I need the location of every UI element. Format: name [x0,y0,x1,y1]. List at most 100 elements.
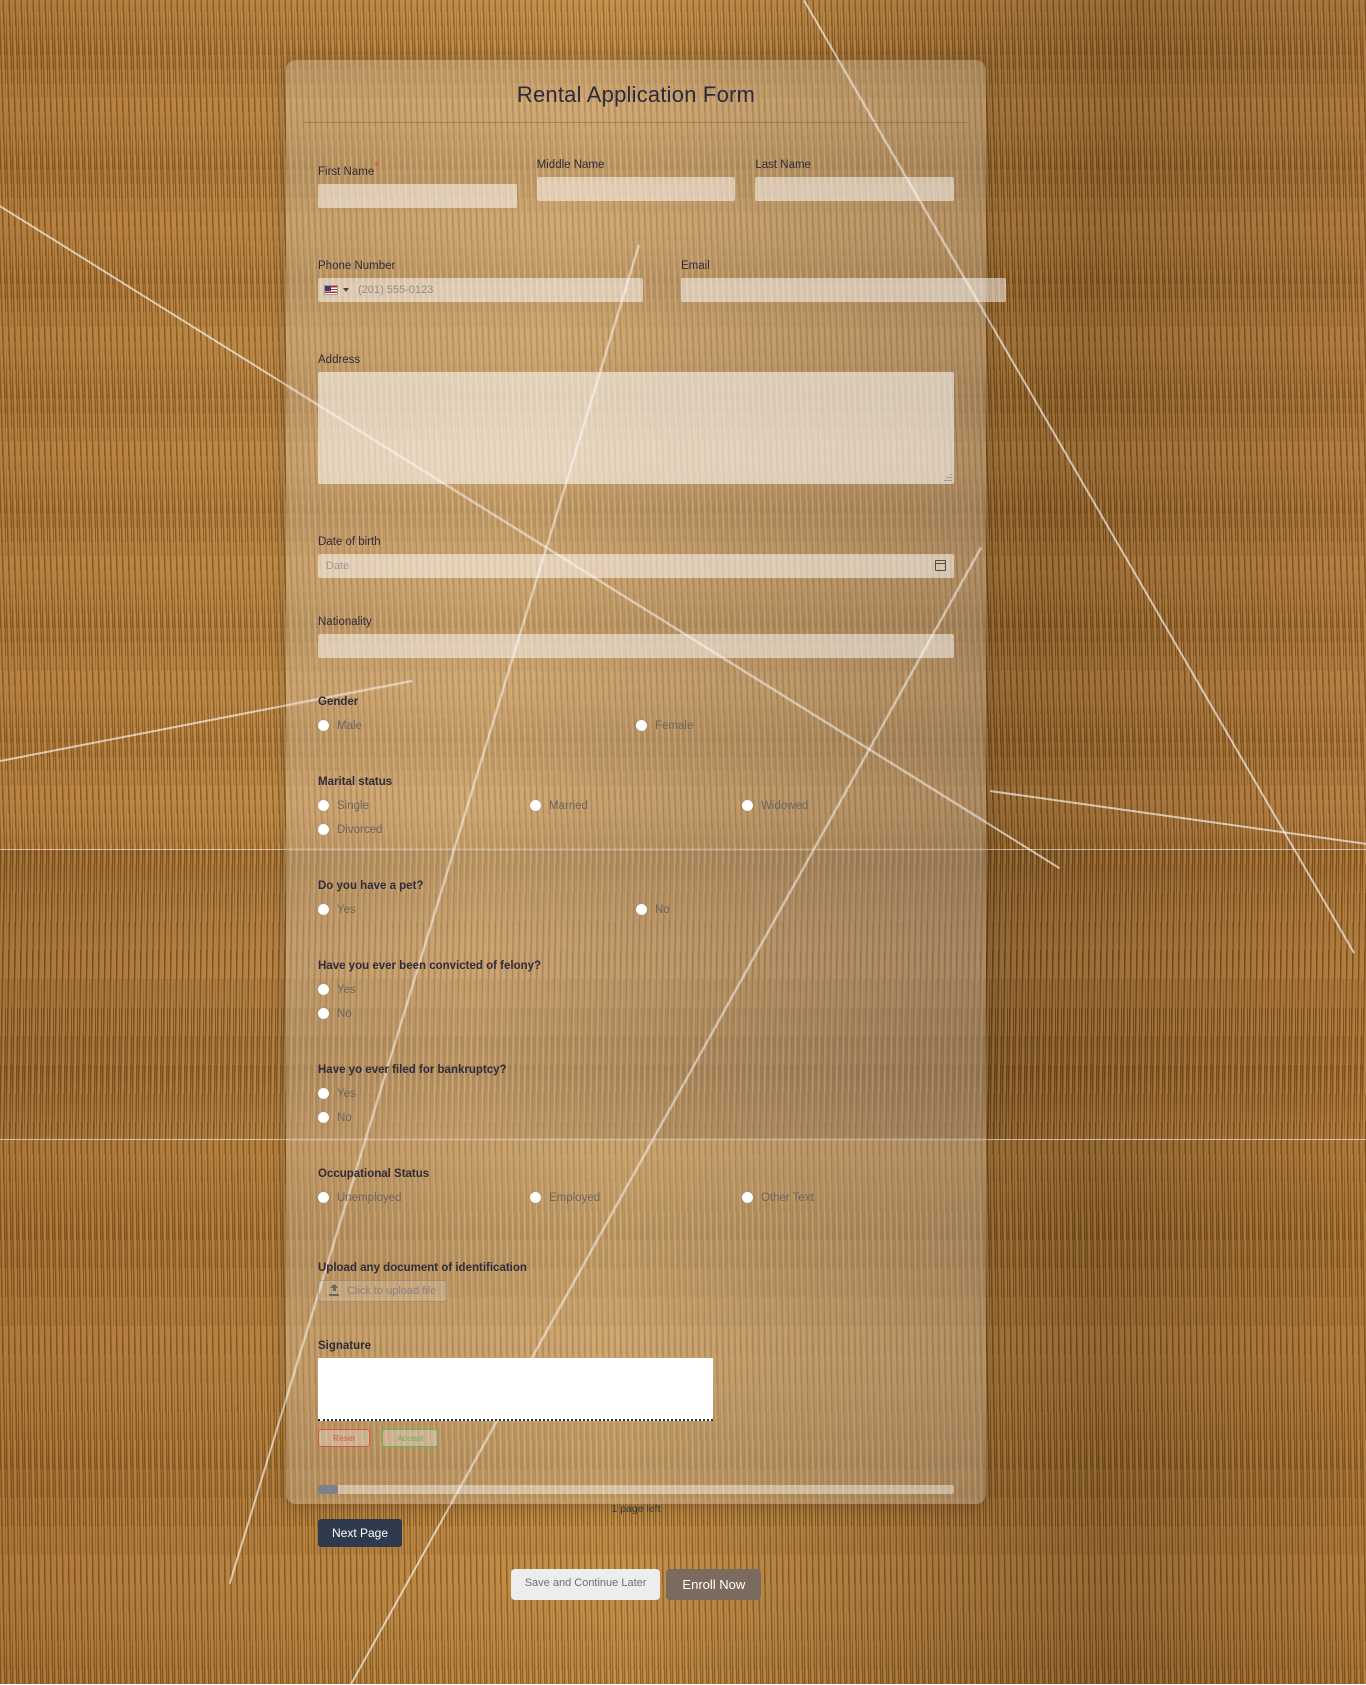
radio-label: Yes [337,904,356,916]
radio-dot-icon[interactable] [318,824,329,835]
middle-name-field-group: Middle Name [537,159,736,208]
radio-dot-icon[interactable] [318,1088,329,1099]
radio-marital-widowed[interactable]: Widowed [742,794,954,818]
radio-dot-icon[interactable] [318,720,329,731]
dob-placeholder: Date [326,560,349,572]
last-name-label: Last Name [755,159,954,171]
radio-marital-divorced[interactable]: Divorced [318,818,530,842]
last-name-field-group: Last Name [755,159,954,208]
phone-input[interactable]: (201) 555-0123 [318,278,643,302]
spacer [318,658,954,696]
footer-buttons: Save and Continue Later Enroll Now [318,1569,954,1600]
pet-label: Do you have a pet? [318,880,954,892]
radio-label: Widowed [761,800,808,812]
radio-dot-icon[interactable] [636,904,647,915]
nationality-label: Nationality [318,616,954,628]
spacer [318,302,954,354]
spacer [318,484,954,536]
resize-grip-icon[interactable] [943,473,952,482]
radio-dot-icon[interactable] [318,1008,329,1019]
address-textarea[interactable] [318,372,954,484]
first-name-label: First Name* [318,159,517,178]
radio-occupation-employed[interactable]: Employed [530,1186,742,1210]
phone-placeholder: (201) 555-0123 [358,284,433,296]
radio-dot-icon[interactable] [636,720,647,731]
felony-label: Have you ever been convicted of felony? [318,960,954,972]
enroll-now-button[interactable]: Enroll Now [666,1569,761,1600]
radio-occupation-other[interactable]: Other Text [742,1186,954,1210]
radio-label: Yes [337,984,356,996]
contact-row: Phone Number (201) 555-0123 Email [318,260,954,302]
save-and-continue-later-button[interactable]: Save and Continue Later [511,1569,661,1600]
radio-dot-icon[interactable] [742,800,753,811]
phone-field-group: Phone Number (201) 555-0123 [318,260,643,302]
radio-occupation-unemployed[interactable]: Unemployed [318,1186,530,1210]
signature-accept-button[interactable]: Accept [382,1429,438,1447]
signature-reset-button[interactable]: Reset [318,1429,370,1447]
radio-gender-female[interactable]: Female [636,714,954,738]
rental-application-card: Rental Application Form First Name* Midd… [286,60,986,1504]
radio-marital-married[interactable]: Married [530,794,742,818]
dob-label: Date of birth [318,536,954,548]
radio-label: No [655,904,670,916]
bankruptcy-group: Have yo ever filed for bankruptcy? Yes N… [318,1064,954,1130]
radio-dot-icon[interactable] [530,1192,541,1203]
upload-file-button[interactable]: Click to upload file [318,1280,447,1302]
upload-icon [329,1285,339,1296]
upload-button-label: Click to upload file [347,1285,436,1297]
bankruptcy-label: Have yo ever filed for bankruptcy? [318,1064,954,1076]
occupational-status-group: Occupational Status Unemployed Employed … [318,1168,954,1210]
bankruptcy-options: Yes No [318,1082,954,1130]
nationality-field-group: Nationality [318,616,954,658]
radio-pet-yes[interactable]: Yes [318,898,636,922]
marital-status-label: Marital status [318,776,954,788]
spacer [318,578,954,616]
chevron-down-icon[interactable] [343,288,349,292]
radio-marital-single[interactable]: Single [318,794,530,818]
radio-bankruptcy-no[interactable]: No [318,1106,954,1130]
email-label: Email [681,260,1006,272]
radio-label: Unemployed [337,1192,402,1204]
nationality-input[interactable] [318,634,954,658]
radio-pet-no[interactable]: No [636,898,954,922]
radio-dot-icon[interactable] [530,800,541,811]
last-name-input[interactable] [755,177,954,201]
radio-gender-male[interactable]: Male [318,714,636,738]
radio-label: Yes [337,1088,356,1100]
dob-field-group: Date of birth Date [318,536,954,578]
radio-label: No [337,1008,352,1020]
spacer [318,1026,954,1064]
radio-dot-icon[interactable] [318,1192,329,1203]
dob-input[interactable]: Date [318,554,954,578]
next-page-button[interactable]: Next Page [318,1519,402,1547]
spacer [318,922,954,960]
spacer [318,1447,954,1485]
calendar-icon[interactable] [935,560,946,571]
pet-options: Yes No [318,898,954,922]
email-input[interactable] [681,278,1006,302]
middle-name-input[interactable] [537,177,736,201]
radio-label: Single [337,800,369,812]
first-name-input[interactable] [318,184,517,208]
radio-label: Divorced [337,824,382,836]
upload-group: Upload any document of identification Cl… [318,1262,954,1302]
middle-name-label: Middle Name [537,159,736,171]
radio-dot-icon[interactable] [318,904,329,915]
felony-options: Yes No [318,978,954,1026]
radio-dot-icon[interactable] [318,800,329,811]
radio-felony-yes[interactable]: Yes [318,978,954,1002]
spacer [318,738,954,776]
signature-group: Signature Reset Accept [318,1340,954,1447]
first-name-field-group: First Name* [318,159,517,208]
gender-options: Male Female [318,714,954,738]
radio-bankruptcy-yes[interactable]: Yes [318,1082,954,1106]
spacer [318,842,954,880]
radio-label: Employed [549,1192,600,1204]
radio-dot-icon[interactable] [742,1192,753,1203]
signature-pad[interactable] [318,1358,713,1421]
radio-felony-no[interactable]: No [318,1002,954,1026]
radio-dot-icon[interactable] [318,1112,329,1123]
radio-dot-icon[interactable] [318,984,329,995]
pages-left-text: 1 page left [318,1503,954,1515]
felony-group: Have you ever been convicted of felony? … [318,960,954,1026]
